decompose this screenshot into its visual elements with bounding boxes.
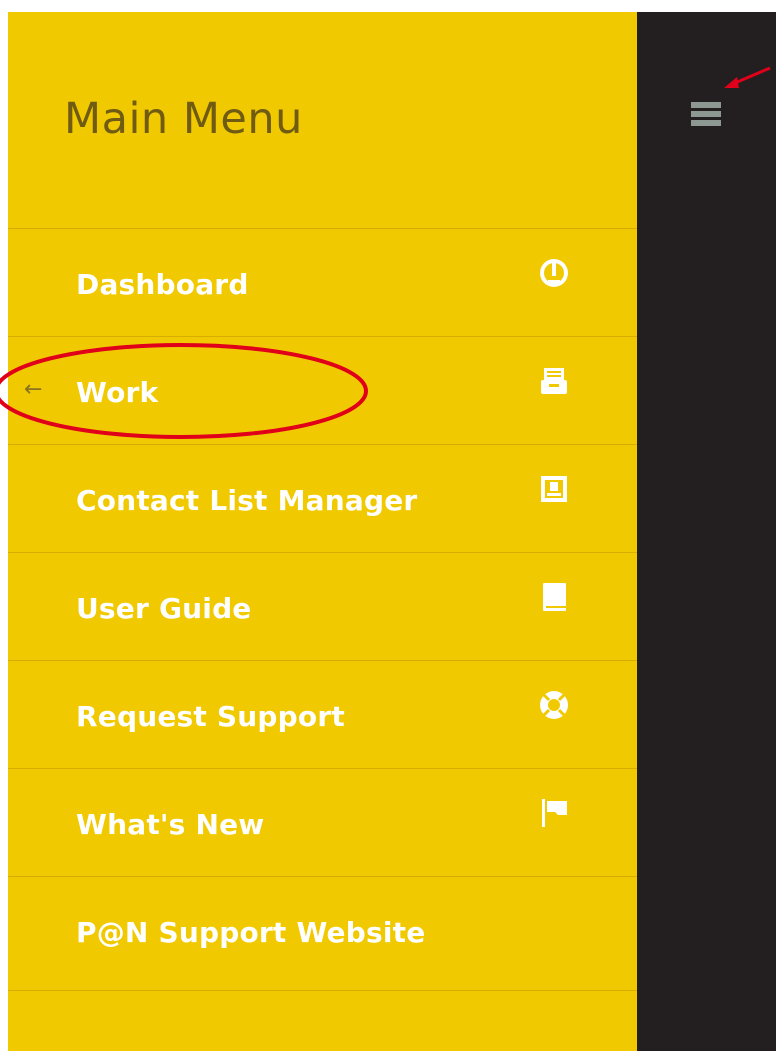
menu-item-dashboard[interactable]: Dashboard <box>8 228 637 336</box>
menu-item-label: Dashboard <box>76 268 249 301</box>
menu-item-label: Work <box>76 376 159 409</box>
menu-item-label: P@N Support Website <box>76 916 426 949</box>
menu-title: Main Menu <box>64 94 303 144</box>
menu-item-label: Contact List Manager <box>76 484 418 517</box>
app-frame: Main Menu Dashboard ← Work Contact List … <box>8 12 776 1051</box>
dashboard-gauge-icon <box>540 259 568 287</box>
back-arrow-icon: ← <box>24 377 43 402</box>
menu-item-work[interactable]: ← Work <box>8 336 637 444</box>
menu-item-contact-list-manager[interactable]: Contact List Manager <box>8 444 637 552</box>
hamburger-menu-icon[interactable] <box>691 100 721 130</box>
content-panel <box>637 12 776 1051</box>
menu-item-pan-support-website[interactable]: P@N Support Website <box>8 876 637 984</box>
menu-item-user-guide[interactable]: User Guide <box>8 552 637 660</box>
menu-item-whats-new[interactable]: What's New <box>8 768 637 876</box>
lifebuoy-icon <box>540 691 568 719</box>
menu-divider <box>8 990 637 991</box>
menu-item-label: What's New <box>76 808 265 841</box>
flag-icon <box>542 799 567 827</box>
main-menu-panel: Main Menu Dashboard ← Work Contact List … <box>8 12 637 1051</box>
contact-card-icon <box>541 476 567 502</box>
menu-item-request-support[interactable]: Request Support <box>8 660 637 768</box>
inbox-tray-icon <box>541 368 567 394</box>
menu-item-label: User Guide <box>76 592 252 625</box>
book-icon <box>543 583 566 611</box>
menu-item-label: Request Support <box>76 700 345 733</box>
